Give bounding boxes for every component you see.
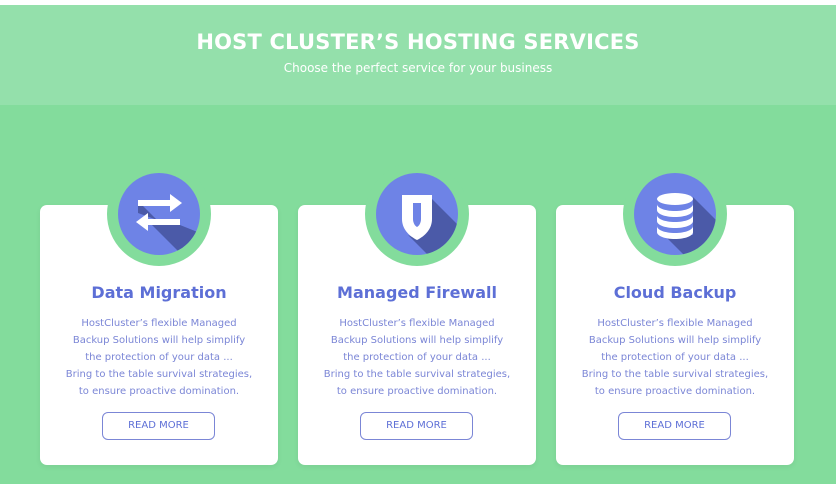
card-title: Data Migration — [91, 283, 227, 302]
section-header: HOST CLUSTER’S HOSTING SERVICES Choose t… — [0, 5, 836, 105]
read-more-button[interactable]: READ MORE — [618, 412, 731, 440]
card-description: HostCluster’s flexible Managed Backup So… — [572, 315, 778, 400]
service-card-data-migration: Data Migration HostCluster’s flexible Ma… — [40, 162, 278, 465]
card-description-line: to ensure proactive domination. — [336, 386, 498, 397]
read-more-button[interactable]: READ MORE — [102, 412, 215, 440]
card-description-line: Backup Solutions will help simplify — [72, 335, 246, 346]
database-icon — [634, 173, 716, 255]
card-description-line: Bring to the table survival strategies, — [581, 369, 769, 380]
transfer-arrows-icon — [118, 173, 200, 255]
section-title: HOST CLUSTER’S HOSTING SERVICES — [196, 30, 640, 54]
card-description-line: Bring to the table survival strategies, — [323, 369, 511, 380]
card-description-line: the protection of your data ... — [601, 352, 749, 363]
icon-ring — [623, 162, 727, 266]
card-description-line: to ensure proactive domination. — [78, 386, 240, 397]
card-description-line: HostCluster’s flexible Managed — [339, 318, 495, 329]
icon-ring — [365, 162, 469, 266]
card-description-line: HostCluster’s flexible Managed — [597, 318, 753, 329]
shield-icon — [376, 173, 458, 255]
service-card-managed-firewall: Managed Firewall HostCluster’s flexible … — [298, 162, 536, 465]
section-subtitle: Choose the perfect service for your busi… — [283, 61, 553, 75]
card-description-line: to ensure proactive domination. — [594, 386, 756, 397]
card-description: HostCluster’s flexible Managed Backup So… — [314, 315, 520, 400]
card-description-line: the protection of your data ... — [85, 352, 233, 363]
card-description-line: Bring to the table survival strategies, — [65, 369, 253, 380]
card-description: HostCluster’s flexible Managed Backup So… — [56, 315, 262, 400]
card-description-line: Backup Solutions will help simplify — [330, 335, 504, 346]
card-description-line: the protection of your data ... — [343, 352, 491, 363]
card-description-line: Backup Solutions will help simplify — [588, 335, 762, 346]
card-title: Cloud Backup — [613, 283, 737, 302]
icon-ring — [107, 162, 211, 266]
card-description-line: HostCluster’s flexible Managed — [81, 318, 237, 329]
card-title: Managed Firewall — [337, 283, 497, 302]
service-card-cloud-backup: Cloud Backup HostCluster’s flexible Mana… — [556, 162, 794, 465]
read-more-button[interactable]: READ MORE — [360, 412, 473, 440]
